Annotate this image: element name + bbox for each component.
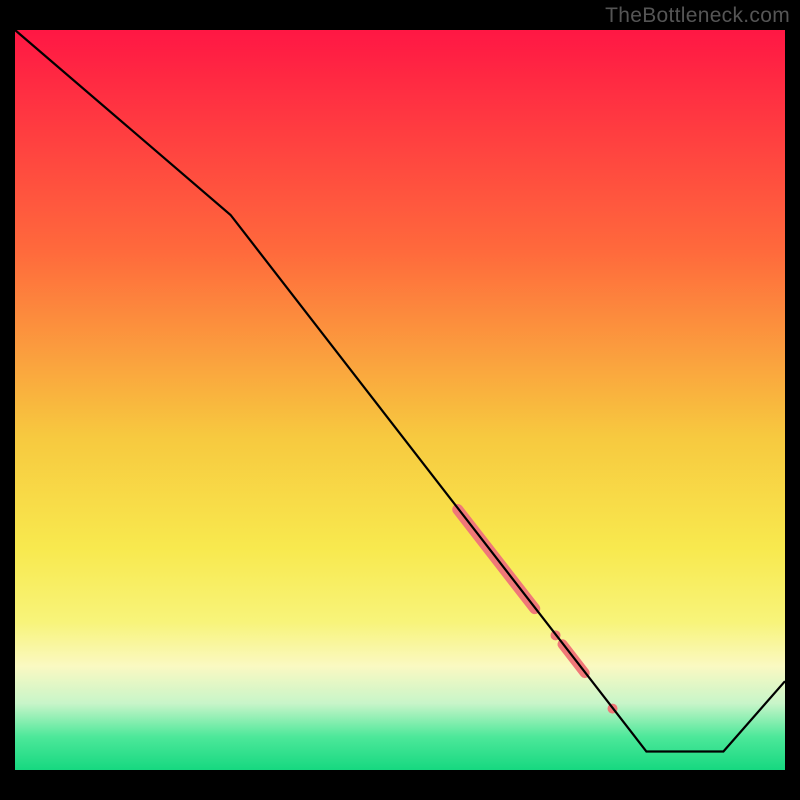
watermark-text: TheBottleneck.com: [605, 4, 790, 28]
gradient-background: [15, 30, 785, 770]
chart-svg: [0, 0, 800, 800]
chart-container: TheBottleneck.com: [0, 0, 800, 800]
